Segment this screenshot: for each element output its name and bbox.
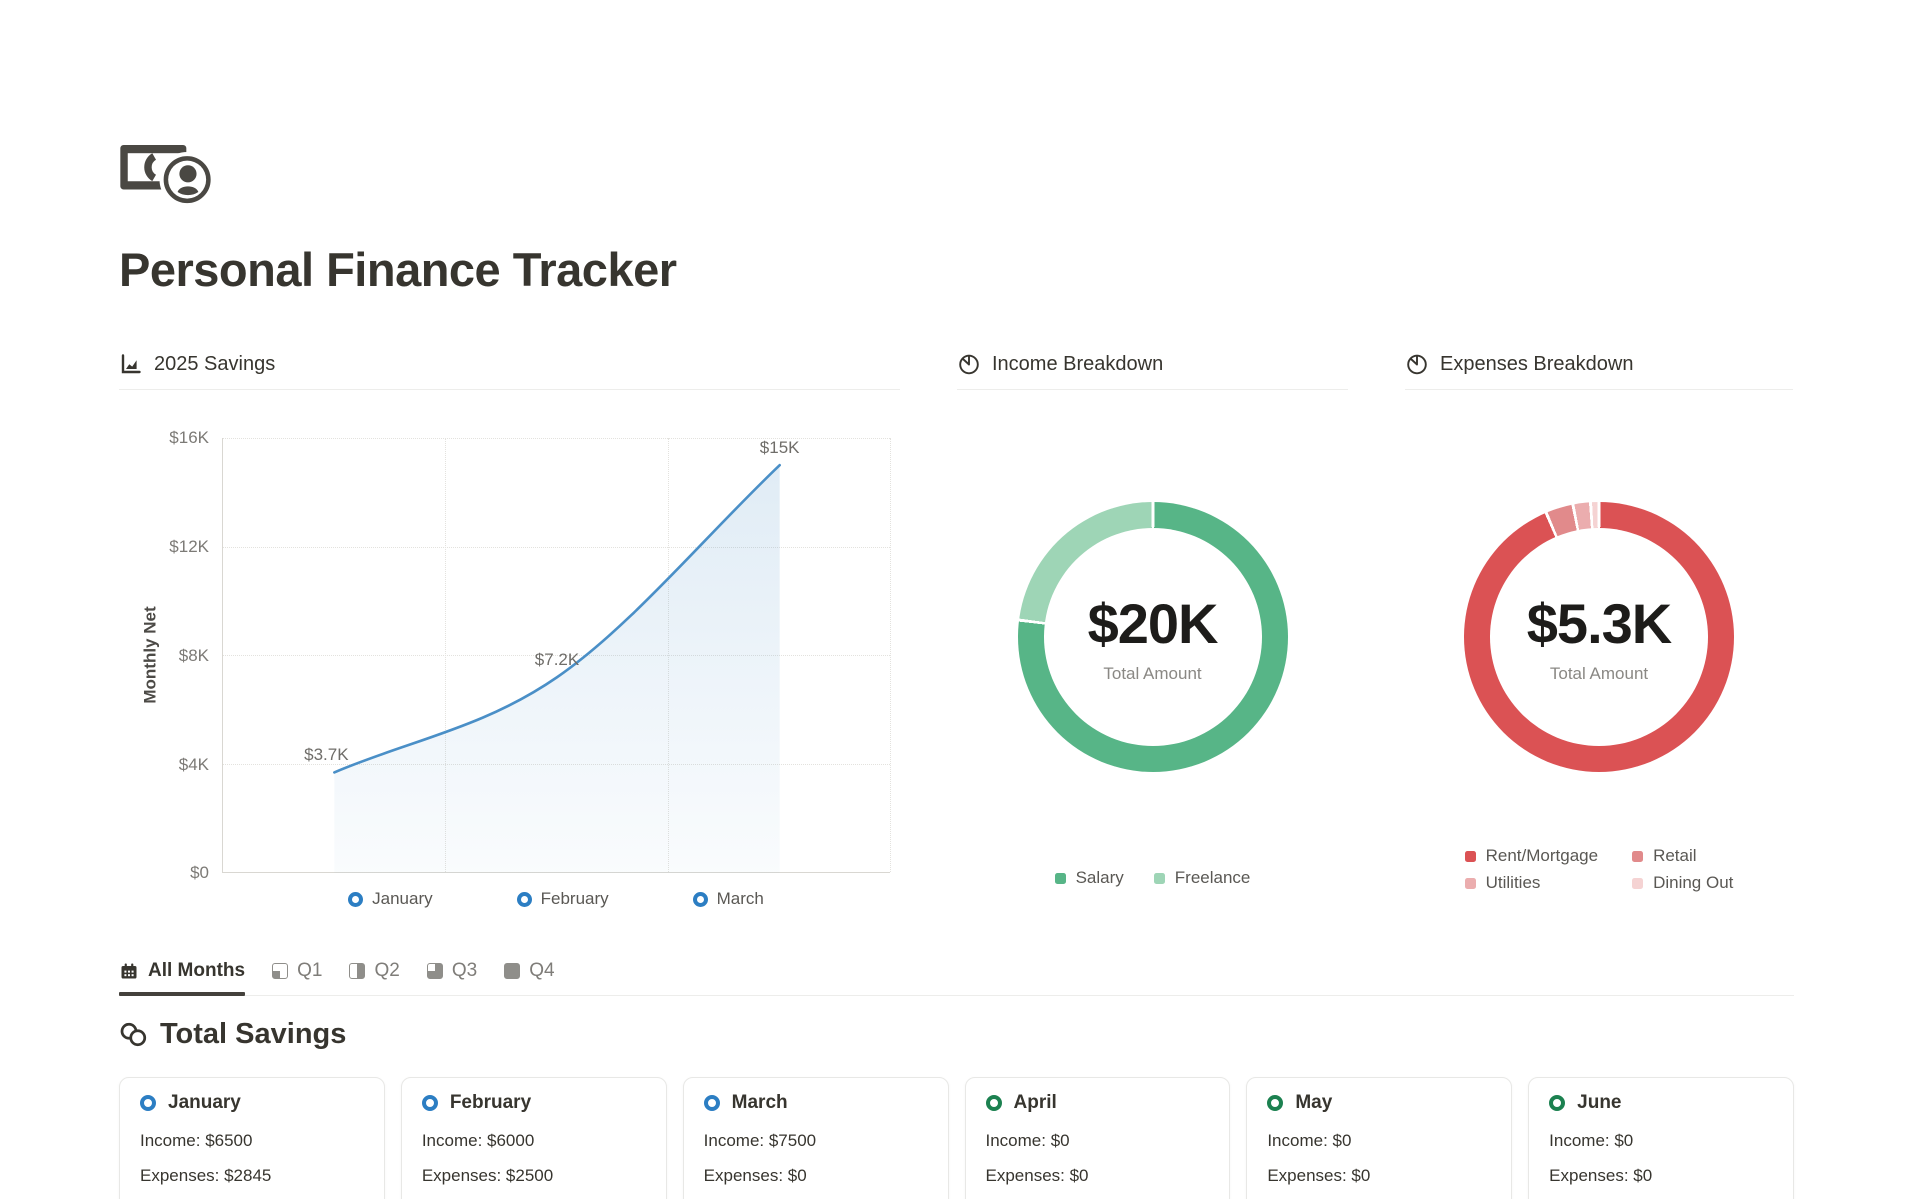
- income-total: $20K: [1088, 591, 1218, 656]
- expenses-line: Expenses: $0: [1267, 1165, 1491, 1186]
- month-dot-icon: [704, 1095, 720, 1111]
- legend-item-dining: Dining Out: [1632, 873, 1733, 893]
- quarter-4-icon: [504, 963, 520, 979]
- card-march[interactable]: March Income: $7500 Expenses: $0 Net: $7…: [683, 1077, 949, 1199]
- expenses-donut-chart: $5.3K Total Amount: [1464, 502, 1734, 772]
- line-chart-icon: [119, 352, 143, 376]
- tab-q3[interactable]: Q3: [427, 960, 477, 995]
- page-title: Personal Finance Tracker: [119, 242, 1794, 298]
- month-dot-icon: [1267, 1095, 1283, 1111]
- income-line: Income: $6500: [140, 1130, 364, 1151]
- section-title: Total Savings: [160, 1018, 346, 1051]
- coins-icon: [119, 1020, 149, 1050]
- money-logo-icon: [119, 140, 219, 206]
- point-label: $7.2K: [535, 650, 579, 670]
- card-february[interactable]: February Income: $6000 Expenses: $2500 N…: [401, 1077, 667, 1199]
- expenses-line: Expenses: $0: [704, 1165, 928, 1186]
- quarter-1-icon: [272, 963, 288, 979]
- savings-panel: 2025 Savings $16K $12K $8K $4K $0: [119, 352, 900, 920]
- total-savings-header: Total Savings: [119, 1018, 1794, 1051]
- card-june[interactable]: June Income: $0 Expenses: $0 Net: $0: [1528, 1077, 1794, 1199]
- expenses-total: $5.3K: [1527, 591, 1671, 656]
- tab-q4[interactable]: Q4: [504, 960, 554, 995]
- expenses-panel-header: Expenses Breakdown: [1405, 352, 1793, 390]
- income-line: Income: $0: [986, 1130, 1210, 1151]
- expenses-line: Expenses: $0: [986, 1165, 1210, 1186]
- income-panel: Income Breakdown $20K Total Amount Salar…: [957, 352, 1348, 920]
- tab-q2[interactable]: Q2: [349, 960, 399, 995]
- savings-plot-area: $16K $12K $8K $4K $0 Monthly Net: [222, 438, 890, 873]
- savings-chart: $16K $12K $8K $4K $0 Monthly Net: [119, 390, 900, 920]
- calendar-icon: [119, 961, 139, 981]
- month-cards: January Income: $6500 Expenses: $2845 Ne…: [119, 1077, 1794, 1199]
- month-dot-icon: [1549, 1095, 1565, 1111]
- legend-item-january: January: [348, 889, 432, 909]
- expenses-panel: Expenses Breakdown $5.3K Total Amount Re…: [1405, 352, 1793, 920]
- expenses-legend: Rent/Mortgage Retail Utilities Dining Ou…: [1465, 846, 1734, 893]
- view-tabs: All Months Q1 Q2 Q3 Q4: [119, 960, 1794, 996]
- ring-marker-icon: [517, 892, 532, 907]
- freelance-swatch-icon: [1154, 873, 1165, 884]
- card-april[interactable]: April Income: $0 Expenses: $0 Net: $0: [965, 1077, 1231, 1199]
- quarter-2-icon: [349, 963, 365, 979]
- legend-item-february: February: [517, 889, 609, 909]
- tab-all-months[interactable]: All Months: [119, 960, 245, 995]
- legend-item-utilities: Utilities: [1465, 873, 1598, 893]
- income-total-label: Total Amount: [1103, 664, 1201, 684]
- savings-panel-title: 2025 Savings: [154, 353, 275, 376]
- charts-row: 2025 Savings $16K $12K $8K $4K $0: [119, 352, 1794, 920]
- quarter-3-icon: [427, 963, 443, 979]
- utilities-swatch-icon: [1465, 878, 1476, 889]
- expenses-donut-center: $5.3K Total Amount: [1464, 502, 1734, 772]
- salary-swatch-icon: [1055, 873, 1066, 884]
- tab-q1[interactable]: Q1: [272, 960, 322, 995]
- rent-swatch-icon: [1465, 851, 1476, 862]
- card-may[interactable]: May Income: $0 Expenses: $0 Net: $0: [1246, 1077, 1512, 1199]
- y-axis-label: Monthly Net: [141, 438, 161, 872]
- month-dot-icon: [986, 1095, 1002, 1111]
- income-panel-header: Income Breakdown: [957, 352, 1348, 390]
- expenses-panel-title: Expenses Breakdown: [1440, 353, 1633, 376]
- expenses-line: Expenses: $2500: [422, 1165, 646, 1186]
- point-label: $3.7K: [304, 745, 348, 765]
- month-dot-icon: [422, 1095, 438, 1111]
- income-line: Income: $0: [1549, 1130, 1773, 1151]
- pie-chart-icon: [1405, 352, 1429, 376]
- income-line: Income: $0: [1267, 1130, 1491, 1151]
- expenses-line: Expenses: $0: [1549, 1165, 1773, 1186]
- legend-item-retail: Retail: [1632, 846, 1733, 866]
- income-line: Income: $6000: [422, 1130, 646, 1151]
- card-january[interactable]: January Income: $6500 Expenses: $2845 Ne…: [119, 1077, 385, 1199]
- legend-item-salary: Salary: [1055, 868, 1124, 888]
- savings-panel-header: 2025 Savings: [119, 352, 900, 390]
- legend-item-march: March: [693, 889, 764, 909]
- page: Personal Finance Tracker 2025 Savings: [0, 140, 1920, 1199]
- ring-marker-icon: [693, 892, 708, 907]
- income-line: Income: $7500: [704, 1130, 928, 1151]
- income-donut-chart: $20K Total Amount: [1018, 502, 1288, 772]
- point-label: $15K: [760, 438, 800, 458]
- income-panel-title: Income Breakdown: [992, 353, 1163, 376]
- retail-swatch-icon: [1632, 851, 1643, 862]
- x-axis-legend: January February March: [222, 889, 890, 909]
- legend-item-freelance: Freelance: [1154, 868, 1251, 888]
- legend-item-rent: Rent/Mortgage: [1465, 846, 1598, 866]
- dining-swatch-icon: [1632, 878, 1643, 889]
- income-donut-center: $20K Total Amount: [1018, 502, 1288, 772]
- expenses-line: Expenses: $2845: [140, 1165, 364, 1186]
- expenses-total-label: Total Amount: [1550, 664, 1648, 684]
- income-legend: Salary Freelance: [1055, 868, 1251, 888]
- month-dot-icon: [140, 1095, 156, 1111]
- pie-chart-icon: [957, 352, 981, 376]
- ring-marker-icon: [348, 892, 363, 907]
